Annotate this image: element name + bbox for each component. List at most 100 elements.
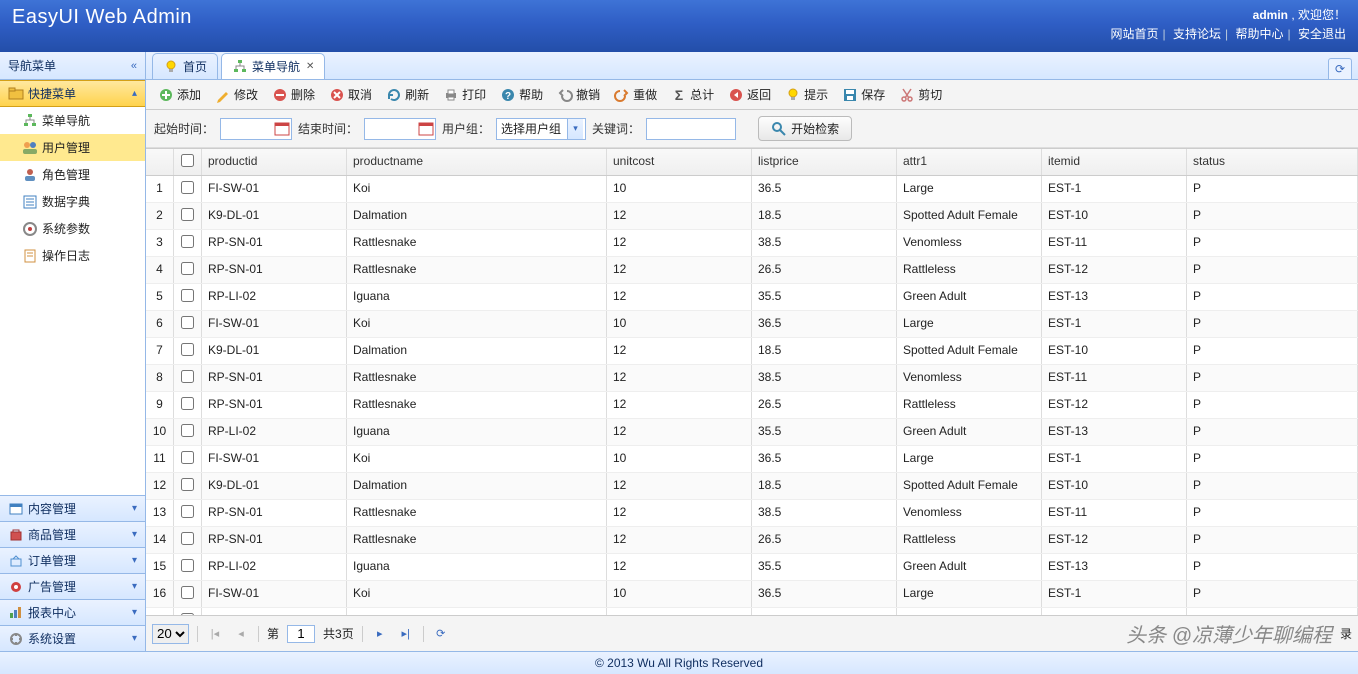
table-row[interactable]: 10RP-LI-02Iguana1235.5Green AdultEST-13P [146,419,1358,446]
page-input[interactable] [287,625,315,643]
toolbar-cut-button[interactable]: 剪切 [893,84,948,105]
row-checkbox[interactable] [181,316,194,329]
link-help[interactable]: 帮助中心 [1236,27,1284,41]
sidebar-item-4[interactable]: 系统参数 [0,215,145,242]
row-number: 3 [146,230,174,256]
table-row[interactable]: 2K9-DL-01Dalmation1218.5Spotted Adult Fe… [146,203,1358,230]
calendar-icon[interactable] [418,121,434,137]
col-productid[interactable]: productid [202,149,347,175]
row-checkbox[interactable] [181,424,194,437]
table-row[interactable]: 16FI-SW-01Koi1036.5LargeEST-1P [146,581,1358,608]
row-checkbox[interactable] [181,289,194,302]
toolbar-cancel-button[interactable]: 取消 [323,84,378,105]
table-row[interactable]: 4RP-SN-01Rattlesnake1226.5RattlelessEST-… [146,257,1358,284]
back-icon [728,87,744,103]
accordion-header-5[interactable]: 系统设置▾ [0,625,145,651]
refresh-button[interactable]: ⟳ [432,625,450,643]
accordion-header-4[interactable]: 报表中心▾ [0,599,145,625]
cell: 26.5 [752,527,897,553]
cell: Dalmation [347,608,607,615]
toolbar-redo-button[interactable]: 重做 [608,84,663,105]
toolbar-reload-button[interactable]: 刷新 [380,84,435,105]
cell: P [1187,554,1358,580]
keyword-input[interactable] [646,118,736,140]
toolbar-save-button[interactable]: 保存 [836,84,891,105]
row-checkbox[interactable] [181,181,194,194]
table-row[interactable]: 17K9-DL-01Dalmation1218.5Spotted Adult F… [146,608,1358,615]
first-page-button[interactable]: |◂ [206,625,224,643]
table-row[interactable]: 15RP-LI-02Iguana1235.5Green AdultEST-13P [146,554,1358,581]
col-attr1[interactable]: attr1 [897,149,1042,175]
table-row[interactable]: 8RP-SN-01Rattlesnake1238.5VenomlessEST-1… [146,365,1358,392]
table-row[interactable]: 11FI-SW-01Koi1036.5LargeEST-1P [146,446,1358,473]
toolbar-sum-button[interactable]: Σ总计 [665,84,720,105]
toolbar-edit-button[interactable]: 修改 [209,84,264,105]
table-row[interactable]: 9RP-SN-01Rattlesnake1226.5RattlelessEST-… [146,392,1358,419]
page-size-select[interactable]: 20 [152,624,189,644]
toolbar-help-button[interactable]: ?帮助 [494,84,549,105]
table-row[interactable]: 3RP-SN-01Rattlesnake1238.5VenomlessEST-1… [146,230,1358,257]
col-itemid[interactable]: itemid [1042,149,1187,175]
next-page-button[interactable]: ▸ [371,625,389,643]
row-checkbox[interactable] [181,397,194,410]
accordion-header-0[interactable]: 内容管理▾ [0,495,145,521]
prev-page-button[interactable]: ◂ [232,625,250,643]
accordion-header-1[interactable]: 商品管理▾ [0,521,145,547]
header: EasyUI Web Admin admin , 欢迎您！ 网站首页| 支持论坛… [0,0,1358,52]
accordion-header-quick[interactable]: 快捷菜单 ▴ [0,80,145,107]
table-row[interactable]: 6FI-SW-01Koi1036.5LargeEST-1P [146,311,1358,338]
last-page-button[interactable]: ▸| [397,625,415,643]
toolbar-add-button[interactable]: 添加 [152,84,207,105]
collapse-icon[interactable]: « [131,60,137,72]
toolbar-print-button[interactable]: 打印 [437,84,492,105]
tab-refresh[interactable]: ⟳ [1328,58,1352,79]
row-checkbox[interactable] [181,343,194,356]
sidebar-item-3[interactable]: 数据字典 [0,188,145,215]
table-row[interactable]: 12K9-DL-01Dalmation1218.5Spotted Adult F… [146,473,1358,500]
toolbar-remove-button[interactable]: 删除 [266,84,321,105]
col-listprice[interactable]: listprice [752,149,897,175]
close-icon[interactable]: ✕ [306,61,314,72]
calendar-icon[interactable] [274,121,290,137]
row-checkbox[interactable] [181,559,194,572]
table-row[interactable]: 14RP-SN-01Rattlesnake1226.5RattlelessEST… [146,527,1358,554]
search-button[interactable]: 开始检索 [758,116,852,141]
link-home[interactable]: 网站首页 [1111,27,1159,41]
table-row[interactable]: 5RP-LI-02Iguana1235.5Green AdultEST-13P [146,284,1358,311]
row-checkbox[interactable] [181,370,194,383]
table-row[interactable]: 1FI-SW-01Koi1036.5LargeEST-1P [146,176,1358,203]
toolbar-tip-button[interactable]: 提示 [779,84,834,105]
select-all-checkbox[interactable] [181,154,194,167]
sidebar-item-2[interactable]: 角色管理 [0,161,145,188]
tab-home[interactable]: 首页 [152,53,218,79]
row-checkbox[interactable] [181,478,194,491]
sidebar-item-0[interactable]: 菜单导航 [0,107,145,134]
link-forum[interactable]: 支持论坛 [1173,27,1221,41]
cell: EST-11 [1042,365,1187,391]
sidebar-item-5[interactable]: 操作日志 [0,242,145,269]
keyword-label: 关键词： [592,120,640,137]
row-checkbox[interactable] [181,532,194,545]
row-number: 5 [146,284,174,310]
user-group-select[interactable]: 选择用户组▾ [496,118,586,140]
col-productname[interactable]: productname [347,149,607,175]
cell: K9-DL-01 [202,203,347,229]
link-logout[interactable]: 安全退出 [1298,27,1346,41]
table-row[interactable]: 7K9-DL-01Dalmation1218.5Spotted Adult Fe… [146,338,1358,365]
row-checkbox[interactable] [181,235,194,248]
cell: P [1187,500,1358,526]
accordion-header-2[interactable]: 订单管理▾ [0,547,145,573]
table-row[interactable]: 13RP-SN-01Rattlesnake1238.5VenomlessEST-… [146,500,1358,527]
accordion-header-3[interactable]: 广告管理▾ [0,573,145,599]
toolbar-undo-button[interactable]: 撤销 [551,84,606,105]
row-checkbox[interactable] [181,505,194,518]
tab-menu-nav[interactable]: 菜单导航✕ [221,53,325,79]
col-unitcost[interactable]: unitcost [607,149,752,175]
sidebar-item-1[interactable]: 用户管理 [0,134,145,161]
row-checkbox[interactable] [181,208,194,221]
row-checkbox[interactable] [181,451,194,464]
row-checkbox[interactable] [181,262,194,275]
col-status[interactable]: status [1187,149,1358,175]
toolbar-back-button[interactable]: 返回 [722,84,777,105]
row-checkbox[interactable] [181,586,194,599]
